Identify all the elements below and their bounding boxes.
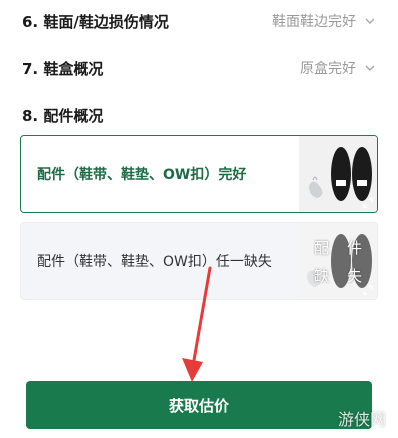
accessory-option-missing[interactable]: 配件（鞋带、鞋垫、OW扣）任一缺失 配 件 缺 失	[20, 222, 378, 300]
chevron-down-icon	[365, 65, 375, 71]
caption-char: 件	[346, 238, 362, 257]
accessory-option-complete[interactable]: 配件（鞋带、鞋垫、OW扣）完好	[20, 135, 378, 213]
option-label: 配件（鞋带、鞋垫、OW扣）完好	[37, 167, 247, 183]
caption-char: 缺	[313, 266, 329, 285]
answer-value-7[interactable]: 原盒完好	[300, 58, 376, 78]
answer-value-6[interactable]: 鞋面鞋边完好	[272, 11, 376, 31]
question-row-7[interactable]: 7. 鞋盒概况 原盒完好	[22, 57, 376, 79]
question-row-8: 8. 配件概况	[22, 104, 376, 126]
answer-text-7: 原盒完好	[300, 61, 356, 77]
question-title-8: 8. 配件概况	[22, 106, 104, 125]
caption-char: 失	[346, 266, 362, 285]
answer-text-6: 鞋面鞋边完好	[272, 14, 356, 30]
expand-icon[interactable]	[363, 285, 373, 295]
question-title-7: 7. 鞋盒概况	[22, 59, 104, 78]
insole-thumbnail[interactable]	[299, 136, 377, 212]
option-label: 配件（鞋带、鞋垫、OW扣）任一缺失	[37, 254, 272, 270]
insole-thumbnail[interactable]: 配 件 缺 失	[299, 223, 377, 299]
watermark-logo: 游侠网	[337, 410, 386, 429]
question-row-6[interactable]: 6. 鞋面/鞋边损伤情况 鞋面鞋边完好	[22, 10, 376, 32]
question-title-6: 6. 鞋面/鞋边损伤情况	[22, 12, 169, 31]
chevron-down-icon	[365, 18, 375, 24]
caption-char: 配	[313, 238, 329, 257]
expand-icon[interactable]	[363, 198, 373, 208]
get-estimate-button[interactable]: 获取估价	[26, 381, 372, 429]
